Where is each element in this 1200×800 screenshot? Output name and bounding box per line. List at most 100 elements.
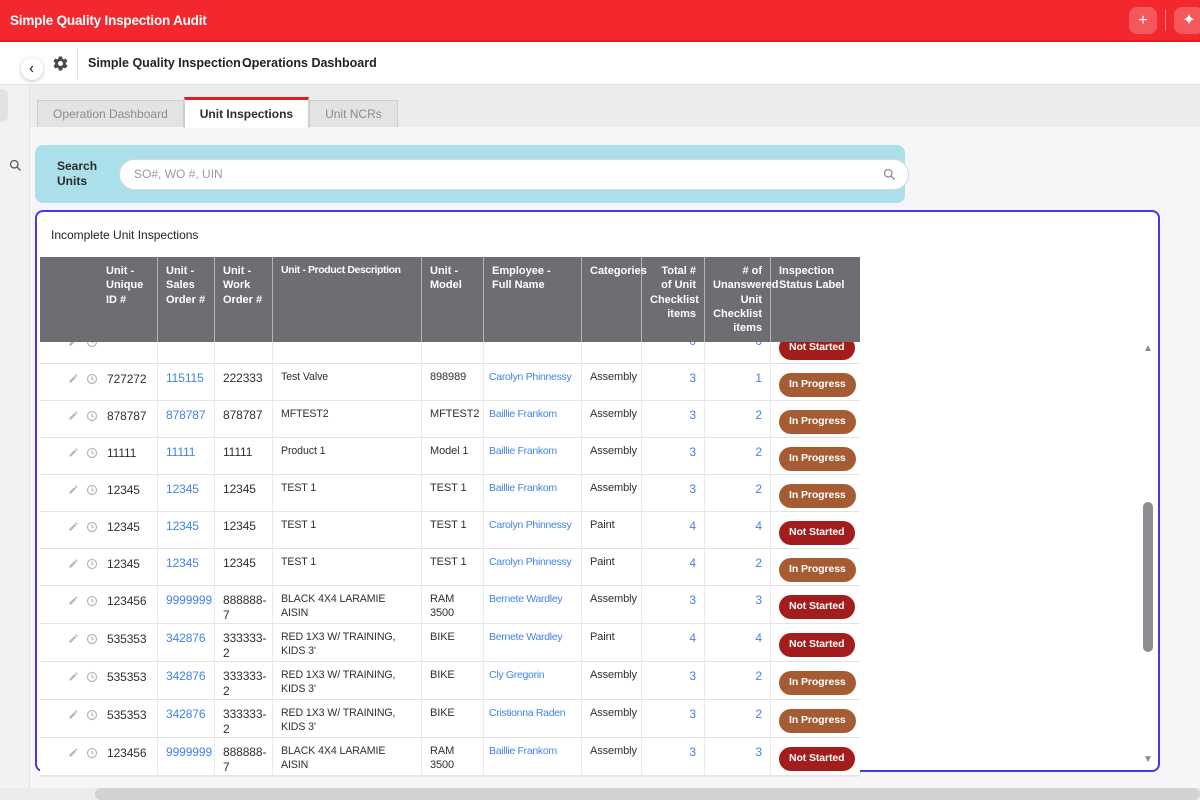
work-order: 888888-7	[215, 738, 273, 775]
sales-order-link[interactable]: 11111	[166, 445, 195, 459]
total-checklist-link[interactable]: 3	[689, 707, 696, 721]
sales-order-link[interactable]: 12345	[166, 519, 199, 533]
table-row: 12345 12345 12345 TEST 1 TEST 1 Carolyn …	[40, 549, 860, 586]
unanswered-checklist-link[interactable]: 2	[755, 707, 762, 721]
edit-icon[interactable]	[68, 633, 79, 644]
unanswered-checklist-link[interactable]: 2	[755, 445, 762, 459]
edit-icon[interactable]	[68, 521, 79, 532]
edit-icon[interactable]	[68, 373, 79, 384]
search-panel: Search Units	[35, 145, 905, 203]
total-checklist-link[interactable]: 3	[689, 408, 696, 422]
employee-link[interactable]: Carolyn Phinnessy	[489, 556, 571, 568]
total-checklist-link[interactable]: 3	[689, 593, 696, 607]
search-input[interactable]	[119, 159, 909, 190]
employee-link[interactable]: Baillie Frankom	[489, 482, 557, 494]
work-order: 878787	[215, 401, 273, 437]
history-clock-icon[interactable]	[86, 558, 98, 570]
edit-icon[interactable]	[68, 558, 79, 569]
history-clock-icon[interactable]	[86, 747, 98, 759]
status-badge: Not Started	[779, 342, 855, 359]
history-clock-icon[interactable]	[86, 484, 98, 496]
history-clock-icon[interactable]	[86, 342, 98, 348]
total-checklist-link[interactable]: 4	[689, 631, 696, 645]
tab-operation-dashboard[interactable]: Operation Dashboard	[37, 100, 184, 127]
employee-link[interactable]: Cly Gregorin	[489, 669, 544, 681]
assistant-button[interactable]: ✦	[1174, 7, 1200, 34]
sales-order-link[interactable]: 12345	[166, 482, 199, 496]
unanswered-checklist-link[interactable]: 2	[755, 669, 762, 683]
back-button[interactable]	[21, 58, 43, 80]
product-description: Test Valve	[273, 364, 422, 400]
history-clock-icon[interactable]	[86, 595, 98, 607]
sales-order-link[interactable]: 12345	[166, 556, 199, 570]
scroll-up-arrow[interactable]: ▲	[1142, 343, 1154, 354]
employee-link[interactable]: Bernete Wardley	[489, 593, 562, 605]
sales-order-link[interactable]: 9999999	[166, 745, 212, 759]
total-checklist-link[interactable]: 0	[689, 342, 696, 348]
history-clock-icon[interactable]	[86, 521, 98, 533]
edit-icon[interactable]	[68, 671, 79, 682]
history-clock-icon[interactable]	[86, 373, 98, 385]
unit-unique-id: 535353	[107, 632, 146, 647]
vertical-scrollbar[interactable]: ▲ ▼	[1141, 337, 1155, 767]
unanswered-checklist-link[interactable]: 1	[755, 371, 762, 385]
horizontal-scrollbar-thumb[interactable]	[95, 788, 1200, 800]
sales-order-link[interactable]: 9999999	[166, 593, 212, 607]
sales-order-link[interactable]: 342876	[166, 631, 205, 645]
sales-order-link[interactable]: 115115	[166, 371, 204, 385]
gear-icon[interactable]	[52, 55, 69, 72]
unanswered-checklist-link[interactable]: 2	[755, 556, 762, 570]
employee-link[interactable]: Baillie Frankom	[489, 445, 557, 457]
history-clock-icon[interactable]	[86, 410, 98, 422]
total-checklist-link[interactable]: 3	[689, 445, 696, 459]
sales-order-link[interactable]: 342876	[166, 707, 205, 721]
history-clock-icon[interactable]	[86, 709, 98, 721]
vertical-scrollbar-thumb[interactable]	[1143, 502, 1153, 652]
employee-link[interactable]: Bernete Wardley	[489, 631, 562, 643]
unanswered-checklist-link[interactable]: 2	[755, 482, 762, 496]
edit-icon[interactable]	[68, 410, 79, 421]
edit-icon[interactable]	[68, 342, 79, 347]
total-checklist-link[interactable]: 3	[689, 371, 696, 385]
search-icon[interactable]	[882, 167, 897, 182]
edit-icon[interactable]	[68, 595, 79, 606]
horizontal-scrollbar[interactable]	[0, 788, 1200, 800]
employee-link[interactable]: Carolyn Phinnessy	[489, 371, 571, 383]
table-row: 11111 11111 11111 Product 1 Model 1 Bail…	[40, 438, 860, 475]
sparkle-icon: ✦	[1182, 12, 1195, 29]
history-clock-icon[interactable]	[86, 633, 98, 645]
sales-order-link[interactable]: 342876	[166, 669, 205, 683]
unanswered-checklist-link[interactable]: 3	[755, 593, 762, 607]
unanswered-checklist-link[interactable]: 4	[755, 519, 762, 533]
add-button[interactable]: +	[1129, 7, 1157, 34]
history-clock-icon[interactable]	[86, 447, 98, 459]
employee-link[interactable]: Baillie Frankom	[489, 408, 557, 420]
unanswered-checklist-link[interactable]: 3	[755, 745, 762, 759]
edit-icon[interactable]	[68, 447, 79, 458]
scroll-down-arrow[interactable]: ▼	[1142, 754, 1154, 765]
total-checklist-link[interactable]: 4	[689, 556, 696, 570]
tab-unit-ncrs[interactable]: Unit NCRs	[309, 100, 398, 127]
unanswered-checklist-link[interactable]: 2	[755, 408, 762, 422]
employee-link[interactable]: Cristionna Raden	[489, 707, 565, 719]
unanswered-checklist-link[interactable]: 4	[755, 631, 762, 645]
unanswered-checklist-link[interactable]: 0	[755, 342, 762, 348]
employee-link[interactable]: Baillie Frankom	[489, 745, 557, 757]
employee-link[interactable]: Carolyn Phinnessy	[489, 519, 571, 531]
sales-order-link[interactable]: 878787	[166, 408, 205, 422]
edit-icon[interactable]	[68, 484, 79, 495]
edit-icon[interactable]	[68, 747, 79, 758]
chevron-right-icon: ›	[228, 55, 233, 71]
total-checklist-link[interactable]: 3	[689, 669, 696, 683]
history-clock-icon[interactable]	[86, 671, 98, 683]
tab-unit-inspections[interactable]: Unit Inspections	[184, 97, 309, 128]
total-checklist-link[interactable]: 4	[689, 519, 696, 533]
column-header: # of Unanswered Unit Checklist items	[705, 257, 771, 342]
table-row: 123456 9999999 888888-7 BLACK 4X4 LARAMI…	[40, 738, 860, 776]
edit-icon[interactable]	[68, 709, 79, 720]
sidebar-search-icon[interactable]	[8, 158, 23, 173]
category: Assembly	[582, 475, 642, 511]
total-checklist-link[interactable]: 3	[689, 482, 696, 496]
total-checklist-link[interactable]: 3	[689, 745, 696, 759]
panel-handle[interactable]	[0, 89, 8, 122]
